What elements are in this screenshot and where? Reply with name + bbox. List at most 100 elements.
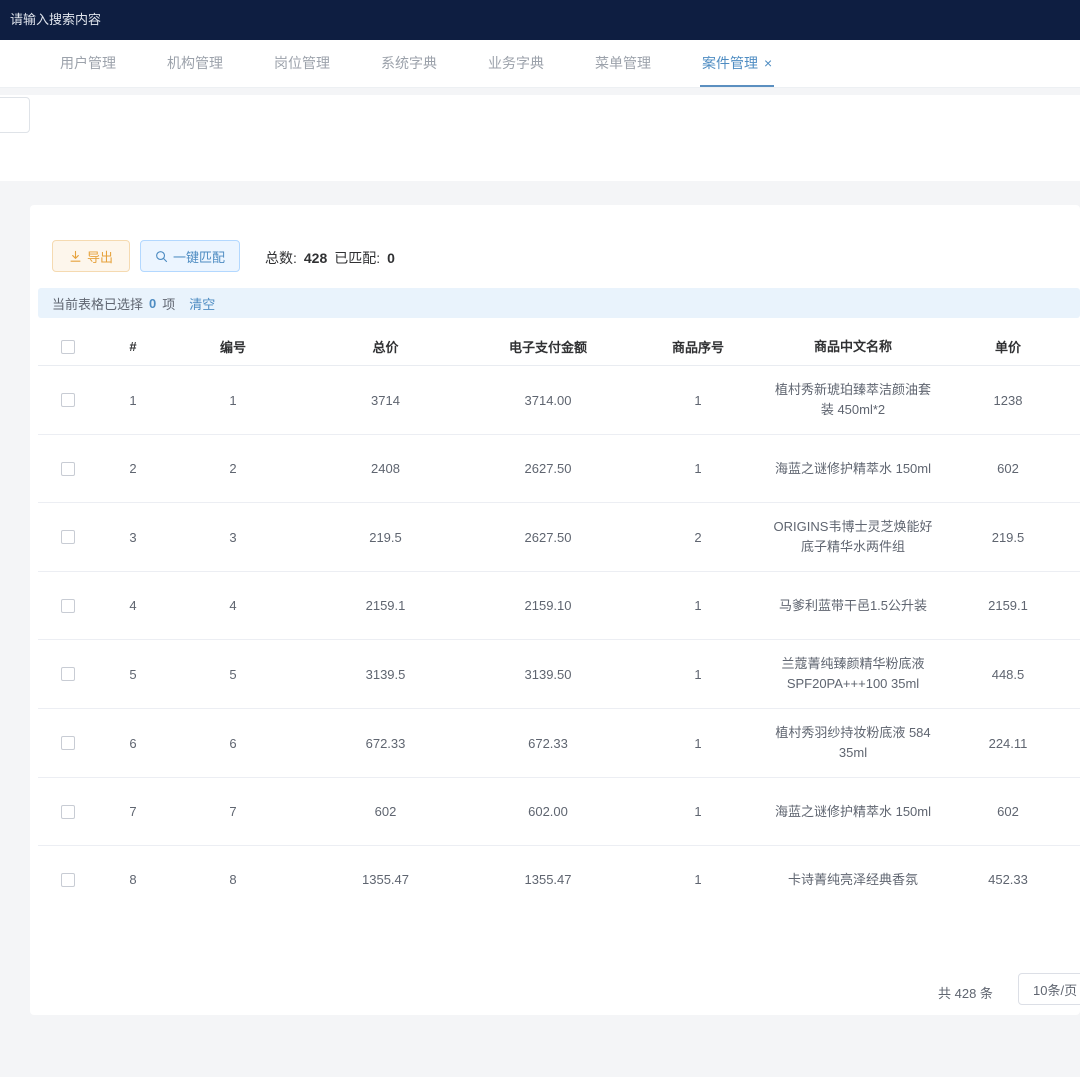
cell-product-name: 植村秀羽纱持妆粉底液 584 35ml: [773, 723, 933, 763]
row-checkbox[interactable]: [61, 736, 75, 750]
selection-count: 0: [149, 296, 156, 311]
close-icon[interactable]: ×: [764, 56, 772, 70]
cell-product-name: 兰蔻菁纯臻颜精华粉底液SPF20PA+++100 35ml: [773, 654, 933, 694]
table-row[interactable]: 7 7 602 602.00 1 海蓝之谜修护精萃水 150ml 602: [38, 778, 1080, 846]
select-all-checkbox[interactable]: [61, 340, 75, 354]
tab-label: 机构管理: [167, 53, 223, 73]
tab-label: 菜单管理: [595, 53, 651, 73]
tab-item[interactable]: 案件管理 ×: [700, 40, 774, 87]
cell-payment: 3714.00: [473, 393, 623, 408]
tab-item[interactable]: 用户管理: [58, 40, 118, 87]
cell-code: 1: [168, 393, 298, 408]
table-row[interactable]: 6 6 672.33 672.33 1 植村秀羽纱持妆粉底液 584 35ml …: [38, 709, 1080, 778]
one-click-match-button[interactable]: 一键匹配: [140, 240, 240, 272]
col-header-code[interactable]: 编号: [168, 337, 298, 356]
tab-label: 岗位管理: [274, 53, 330, 73]
col-header-index[interactable]: #: [98, 339, 168, 354]
table-row[interactable]: 4 4 2159.1 2159.10 1 马爹利蓝带干邑1.5公升装 2159.…: [38, 572, 1080, 640]
cell-price: 1238: [933, 393, 1080, 408]
search-icon: [155, 250, 168, 263]
download-icon: [69, 250, 82, 263]
clear-selection-link[interactable]: 清空: [189, 294, 215, 313]
cell-payment: 602.00: [473, 804, 623, 819]
cell-total: 602: [298, 804, 473, 819]
col-header-price[interactable]: 单价: [933, 337, 1080, 356]
total-value: 428: [304, 250, 327, 266]
cell-price: 602: [933, 461, 1080, 476]
table-body: 1 1 3714 3714.00 1 植村秀新琥珀臻萃洁颜油套装 450ml*2…: [38, 366, 1080, 905]
col-header-serial[interactable]: 商品序号: [623, 337, 773, 356]
cell-total: 3139.5: [298, 667, 473, 682]
cell-price: 2159.1: [933, 598, 1080, 613]
row-checkbox[interactable]: [61, 873, 75, 887]
row-checkbox[interactable]: [61, 667, 75, 681]
cell-code: 3: [168, 530, 298, 545]
cell-payment: 2627.50: [473, 461, 623, 476]
tab-label: 系统字典: [381, 53, 437, 73]
cell-serial: 2: [623, 530, 773, 545]
cell-code: 4: [168, 598, 298, 613]
row-checkbox[interactable]: [61, 462, 75, 476]
cell-index: 1: [98, 393, 168, 408]
cell-serial: 1: [623, 393, 773, 408]
tab-item[interactable]: 岗位管理: [272, 40, 332, 87]
cell-price: 219.5: [933, 530, 1080, 545]
tab-bar: 用户管理 机构管理 岗位管理 系统字典 业务字典 菜单管理 案件管理 ×: [0, 40, 1080, 88]
tab-item[interactable]: 系统字典: [379, 40, 439, 87]
cell-index: 8: [98, 872, 168, 887]
cell-product-name: 植村秀新琥珀臻萃洁颜油套装 450ml*2: [773, 380, 933, 420]
col-header-total[interactable]: 总价: [298, 337, 473, 356]
cell-index: 5: [98, 667, 168, 682]
cell-product-name: 海蓝之谜修护精萃水 150ml: [773, 802, 933, 822]
cell-price: 452.33: [933, 872, 1080, 887]
cell-price: 602: [933, 804, 1080, 819]
table-row[interactable]: 8 8 1355.47 1355.47 1 卡诗菁纯亮泽经典香氛 452.33: [38, 846, 1080, 905]
cell-payment: 672.33: [473, 736, 623, 751]
tab-item[interactable]: 菜单管理: [593, 40, 653, 87]
export-button[interactable]: 导出: [52, 240, 130, 272]
cell-index: 7: [98, 804, 168, 819]
cell-total: 2159.1: [298, 598, 473, 613]
global-search-input[interactable]: 请输入搜索内容: [0, 0, 101, 28]
cell-code: 5: [168, 667, 298, 682]
col-header-payment[interactable]: 电子支付金额: [473, 337, 623, 356]
cell-index: 3: [98, 530, 168, 545]
page-size-select[interactable]: 10条/页: [1018, 973, 1080, 1005]
cell-product-name: ORIGINS韦博士灵芝焕能好底子精华水两件组: [773, 517, 933, 557]
cell-serial: 1: [623, 598, 773, 613]
tab-item[interactable]: 机构管理: [165, 40, 225, 87]
row-checkbox[interactable]: [61, 393, 75, 407]
table-row[interactable]: 2 2 2408 2627.50 1 海蓝之谜修护精萃水 150ml 602: [38, 435, 1080, 503]
matched-label: 已匹配:: [334, 248, 380, 268]
selection-prefix: 当前表格已选择: [52, 294, 143, 313]
tab-label: 用户管理: [60, 53, 116, 73]
matched-value: 0: [387, 250, 395, 266]
cell-price: 224.11: [933, 736, 1080, 751]
table-row[interactable]: 5 5 3139.5 3139.50 1 兰蔻菁纯臻颜精华粉底液SPF20PA+…: [38, 640, 1080, 709]
cell-code: 7: [168, 804, 298, 819]
row-checkbox[interactable]: [61, 805, 75, 819]
cell-serial: 1: [623, 736, 773, 751]
col-header-name[interactable]: 商品中文名称: [773, 337, 933, 357]
cell-total: 3714: [298, 393, 473, 408]
table-row[interactable]: 1 1 3714 3714.00 1 植村秀新琥珀臻萃洁颜油套装 450ml*2…: [38, 366, 1080, 435]
case-management-panel: 导出 一键匹配 总数: 428 已匹配: 0 当前表格已选择 0 项 清空 # …: [30, 205, 1080, 1015]
cell-product-name: 卡诗菁纯亮泽经典香氛: [773, 870, 933, 890]
cell-total: 1355.47: [298, 872, 473, 887]
collapsed-panel-stub[interactable]: [0, 97, 30, 133]
count-summary: 总数: 428 已匹配: 0: [265, 248, 395, 268]
tab-label: 业务字典: [488, 53, 544, 73]
cell-price: 448.5: [933, 667, 1080, 682]
export-button-label: 导出: [87, 247, 113, 266]
cell-total: 2408: [298, 461, 473, 476]
cell-serial: 1: [623, 667, 773, 682]
tab-item[interactable]: 业务字典: [486, 40, 546, 87]
top-header-bar: 请输入搜索内容: [0, 0, 1080, 40]
row-checkbox[interactable]: [61, 599, 75, 613]
selection-unit: 项: [162, 294, 175, 313]
cell-code: 2: [168, 461, 298, 476]
filter-panel: 离岛日期: 开始日期 - 结束日期 电子支付金额: 单值或范围XXX-XXX（仅…: [0, 95, 1080, 181]
table-row[interactable]: 3 3 219.5 2627.50 2 ORIGINS韦博士灵芝焕能好底子精华水…: [38, 503, 1080, 572]
row-checkbox[interactable]: [61, 530, 75, 544]
tab-label: 案件管理: [702, 53, 758, 73]
